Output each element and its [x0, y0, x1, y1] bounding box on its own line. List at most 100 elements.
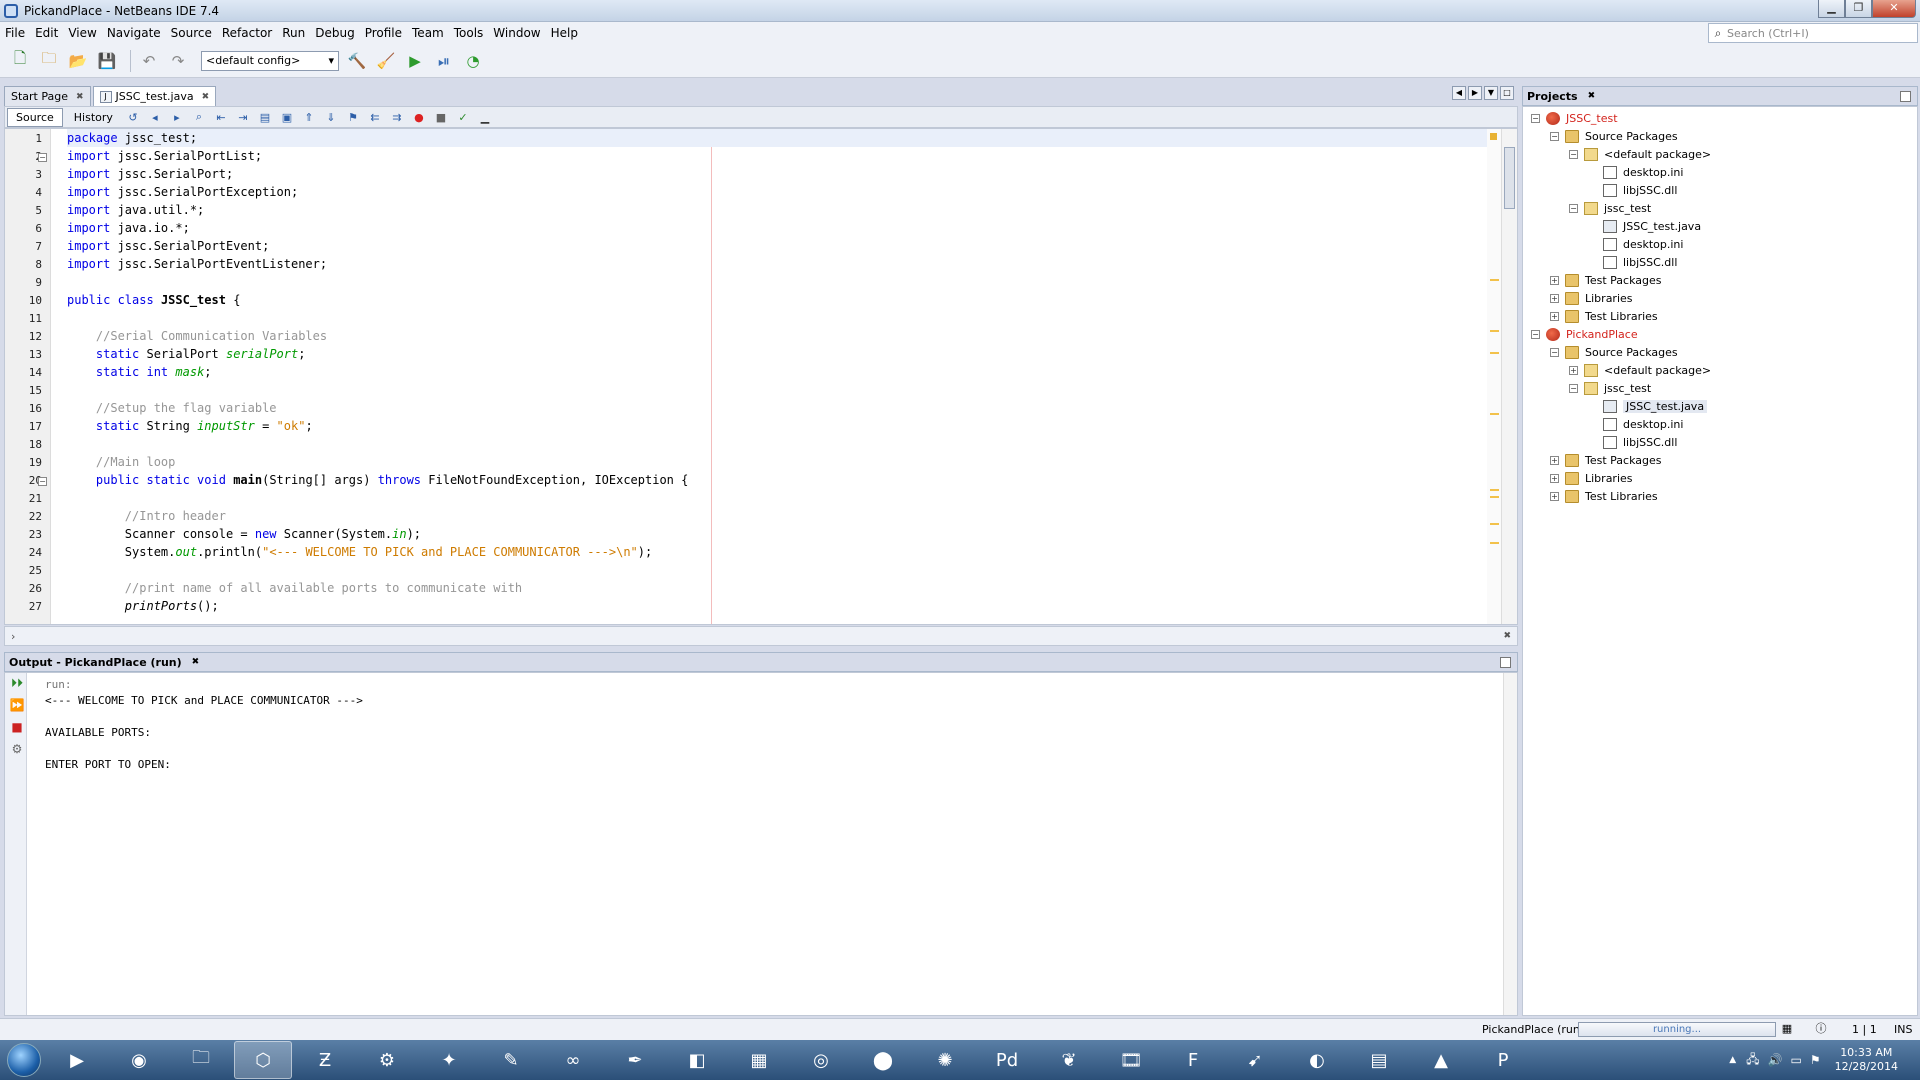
toggle-highlight-icon[interactable]: ▤ [256, 109, 274, 125]
new-file-icon[interactable]: 🗋 [8, 49, 32, 73]
tree-node[interactable]: − jssc_test [1569, 199, 1651, 217]
back-icon[interactable]: ◂ [146, 109, 164, 125]
tree-node[interactable]: libjSSC.dll [1588, 181, 1677, 199]
tree-node[interactable]: desktop.ini [1588, 235, 1683, 253]
start-button[interactable] [0, 1040, 48, 1080]
run-icon[interactable]: ▶ [403, 49, 427, 73]
tree-node[interactable]: JSSC_test.java [1588, 217, 1701, 235]
tree-node[interactable]: − PickandPlace [1531, 325, 1638, 343]
warning-marker[interactable] [1490, 542, 1499, 544]
matlab-icon[interactable]: ▲ [1412, 1041, 1470, 1079]
warning-marker[interactable] [1490, 352, 1499, 354]
collapse-icon[interactable]: − [1569, 149, 1578, 159]
menu-navigate[interactable]: Navigate [102, 26, 166, 40]
expand-icon[interactable]: + [1550, 275, 1559, 285]
code-editor[interactable]: 1 2 3 4 5 6 7 8 9 10 11 12 13 14 15 16 1… [4, 128, 1518, 625]
save-all-icon[interactable]: 💾 [95, 49, 119, 73]
menu-window[interactable]: Window [488, 26, 545, 40]
warning-marker[interactable] [1490, 496, 1499, 498]
running-task-label[interactable]: PickandPlace (run) [1482, 1023, 1584, 1036]
film-app-icon[interactable]: 🎞 [1102, 1041, 1160, 1079]
menu-run[interactable]: Run [277, 26, 310, 40]
find-icon[interactable]: ⌕ [190, 109, 208, 125]
menu-debug[interactable]: Debug [310, 26, 359, 40]
comment-icon[interactable]: ✓ [454, 109, 472, 125]
menu-file[interactable]: File [0, 26, 30, 40]
menu-profile[interactable]: Profile [360, 26, 407, 40]
notification-icon[interactable]: ⓘ [1814, 1022, 1828, 1036]
tree-node[interactable]: libjSSC.dll [1588, 253, 1677, 271]
fold-toggle-icon[interactable]: − [38, 153, 47, 162]
menu-refactor[interactable]: Refactor [217, 26, 277, 40]
find-previous-icon[interactable]: ⇤ [212, 109, 230, 125]
close-icon[interactable]: ✖ [76, 92, 84, 102]
display-icon[interactable]: ▭ [1790, 1053, 1801, 1067]
scroll-right-icon[interactable]: ▶ [1468, 86, 1482, 100]
fold-toggle-icon[interactable]: − [38, 477, 47, 486]
parrot-app-icon[interactable]: ➹ [1226, 1041, 1284, 1079]
warning-marker[interactable] [1490, 330, 1499, 332]
debug-icon[interactable]: ⏯ [432, 49, 456, 73]
menu-help[interactable]: Help [546, 26, 583, 40]
toggle-bookmark-icon[interactable]: ⚑ [344, 109, 362, 125]
build-icon[interactable]: 🔨 [345, 49, 369, 73]
minimize-icon[interactable] [1500, 656, 1511, 668]
settings-icon[interactable]: ⚙ [9, 741, 25, 757]
tree-node[interactable]: − Source Packages [1550, 343, 1678, 361]
tree-node[interactable]: + Test Packages [1550, 271, 1661, 289]
swirl-app-icon[interactable]: ◐ [1288, 1041, 1346, 1079]
bird-app-icon[interactable]: ✦ [420, 1041, 478, 1079]
expand-icon[interactable]: + [1550, 491, 1559, 501]
expand-icon[interactable]: + [1550, 293, 1559, 303]
close-icon[interactable]: ✖ [1588, 91, 1596, 101]
minimize-button[interactable]: ▁ [1818, 0, 1845, 18]
source-view-button[interactable]: Source [7, 107, 63, 127]
collapse-icon[interactable]: − [1531, 113, 1540, 123]
error-stripe[interactable] [1487, 129, 1501, 624]
open-project-icon[interactable]: 📂 [66, 49, 90, 73]
last-edit-icon[interactable]: ↺ [124, 109, 142, 125]
config-select[interactable]: <default config> ▾ [201, 50, 339, 71]
eye-app-icon[interactable]: ◎ [792, 1041, 850, 1079]
firefox-icon[interactable]: ◉ [110, 1041, 168, 1079]
tree-node[interactable]: desktop.ini [1588, 415, 1683, 433]
expand-icon[interactable]: + [1550, 311, 1559, 321]
next-bookmark-icon[interactable]: ⇓ [322, 109, 340, 125]
tree-node[interactable]: − JSSC_test [1531, 109, 1618, 127]
netbeans-icon[interactable]: ⬡ [234, 1041, 292, 1079]
close-icon[interactable]: ✖ [1503, 631, 1511, 641]
sketch-app-icon[interactable]: ✎ [482, 1041, 540, 1079]
scrollbar-thumb[interactable] [1504, 147, 1515, 209]
profile-icon[interactable]: ◔ [461, 49, 485, 73]
warning-marker[interactable] [1490, 489, 1499, 491]
pen-app-icon[interactable]: ✒ [606, 1041, 664, 1079]
scanner-app-icon[interactable]: ▤ [1350, 1041, 1408, 1079]
warning-marker[interactable] [1490, 523, 1499, 525]
shift-right-icon[interactable]: ⇉ [388, 109, 406, 125]
close-button[interactable]: ✕ [1872, 0, 1916, 18]
clock[interactable]: 10:33 AM 12/28/2014 [1835, 1046, 1898, 1074]
filezilla-icon[interactable]: Ƶ [296, 1041, 354, 1079]
collapse-icon[interactable]: − [1550, 131, 1559, 141]
previous-bookmark-icon[interactable]: ⇑ [300, 109, 318, 125]
tree-node[interactable]: − jssc_test [1569, 379, 1651, 397]
flag-icon[interactable]: ⚑ [1810, 1053, 1821, 1067]
tree-node[interactable]: + Test Packages [1550, 451, 1661, 469]
speaker-icon[interactable]: 🔊 [1768, 1053, 1783, 1067]
undo-icon[interactable]: ↶ [137, 49, 161, 73]
tree-node[interactable]: libjSSC.dll [1588, 433, 1677, 451]
tab-start-page[interactable]: Start Page ✖ [4, 86, 91, 106]
pd-app-icon[interactable]: Pd [978, 1041, 1036, 1079]
editor-scrollbar[interactable] [1501, 129, 1517, 624]
molecule-app-icon[interactable]: ✺ [916, 1041, 974, 1079]
close-icon[interactable]: ✖ [202, 92, 210, 102]
tree-node[interactable]: + Test Libraries [1550, 307, 1658, 325]
output-panel[interactable]: ⏵⏵ ⏩ ■ ⚙ run: <--- WELCOME TO PICK and P… [4, 672, 1518, 1016]
steam-icon[interactable]: ⚙ [358, 1041, 416, 1079]
collapse-icon[interactable]: − [1569, 383, 1578, 393]
clean-build-icon[interactable]: 🧹 [374, 49, 398, 73]
expand-icon[interactable]: + [1550, 455, 1559, 465]
cancel-task-icon[interactable]: ▦ [1780, 1022, 1794, 1036]
history-view-button[interactable]: History [65, 108, 122, 127]
warning-marker[interactable] [1490, 279, 1499, 281]
